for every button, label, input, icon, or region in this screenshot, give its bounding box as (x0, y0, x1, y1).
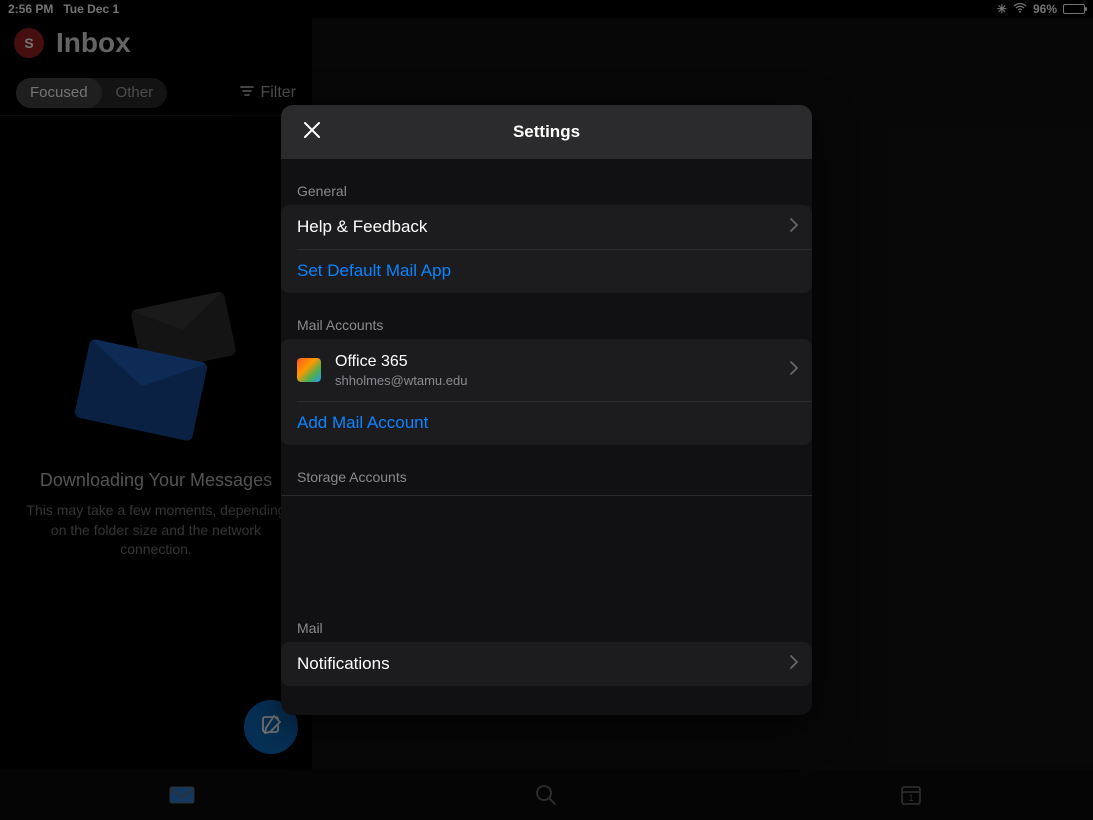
account-name: Office 365 (335, 353, 467, 371)
tab-other[interactable]: Other (102, 78, 168, 108)
section-storage-label: Storage Accounts (281, 445, 812, 491)
inbox-header: S Inbox (0, 18, 1093, 68)
chevron-right-icon (790, 654, 798, 674)
mail-icon (169, 786, 195, 804)
row-label: Add Mail Account (297, 413, 428, 433)
row-label: Help & Feedback (297, 217, 427, 237)
row-set-default-mail[interactable]: Set Default Mail App (281, 249, 812, 293)
section-general-label: General (281, 159, 812, 205)
status-bar: 2:56 PM Tue Dec 1 ✳︎ 96% (0, 0, 1093, 18)
tab-search[interactable] (364, 770, 728, 820)
row-help-feedback[interactable]: Help & Feedback (281, 205, 812, 249)
battery-icon (1063, 4, 1085, 14)
row-add-mail-account[interactable]: Add Mail Account (281, 401, 812, 445)
search-icon (535, 784, 557, 806)
account-avatar[interactable]: S (14, 28, 44, 58)
empty-state: Downloading Your Messages This may take … (0, 300, 312, 560)
section-mail-accounts-label: Mail Accounts (281, 293, 812, 339)
empty-subtitle: This may take a few moments, depending o… (0, 501, 312, 560)
sync-icon: ✳︎ (997, 2, 1007, 16)
row-account-office365[interactable]: Office 365 shholmes@wtamu.edu (281, 339, 812, 401)
calendar-icon: 1 (900, 784, 922, 806)
page-title: Inbox (56, 27, 131, 59)
chevron-right-icon (790, 360, 798, 380)
close-button[interactable] (297, 117, 327, 147)
compose-icon (260, 714, 282, 741)
battery-pct: 96% (1033, 2, 1057, 16)
filter-label: Filter (260, 84, 296, 102)
tab-focused[interactable]: Focused (16, 78, 102, 108)
tab-mail[interactable] (0, 770, 364, 820)
envelope-illustration (71, 300, 241, 430)
inbox-toolbar: Focused Other Filter (0, 70, 312, 116)
focused-other-segment: Focused Other (16, 78, 167, 108)
filter-icon (240, 84, 254, 102)
account-email: shholmes@wtamu.edu (335, 373, 467, 388)
tab-bar: 1 (0, 770, 1093, 820)
settings-header: Settings (281, 105, 812, 159)
settings-modal: Settings General Help & Feedback Set Def… (281, 105, 812, 715)
chevron-right-icon (790, 217, 798, 237)
status-date: Tue Dec 1 (63, 2, 119, 16)
row-notifications[interactable]: Notifications (281, 642, 812, 686)
row-label: Notifications (297, 654, 390, 674)
office365-icon (297, 358, 321, 382)
filter-button[interactable]: Filter (240, 84, 296, 102)
section-mail-label: Mail (281, 596, 812, 642)
close-icon (303, 121, 321, 144)
wifi-icon (1013, 2, 1027, 16)
empty-title: Downloading Your Messages (0, 470, 312, 491)
row-label: Set Default Mail App (297, 261, 451, 281)
avatar-initial: S (24, 35, 33, 51)
svg-text:1: 1 (908, 793, 913, 803)
tab-calendar[interactable]: 1 (729, 770, 1093, 820)
status-time: 2:56 PM (8, 2, 53, 16)
settings-title: Settings (281, 122, 812, 142)
